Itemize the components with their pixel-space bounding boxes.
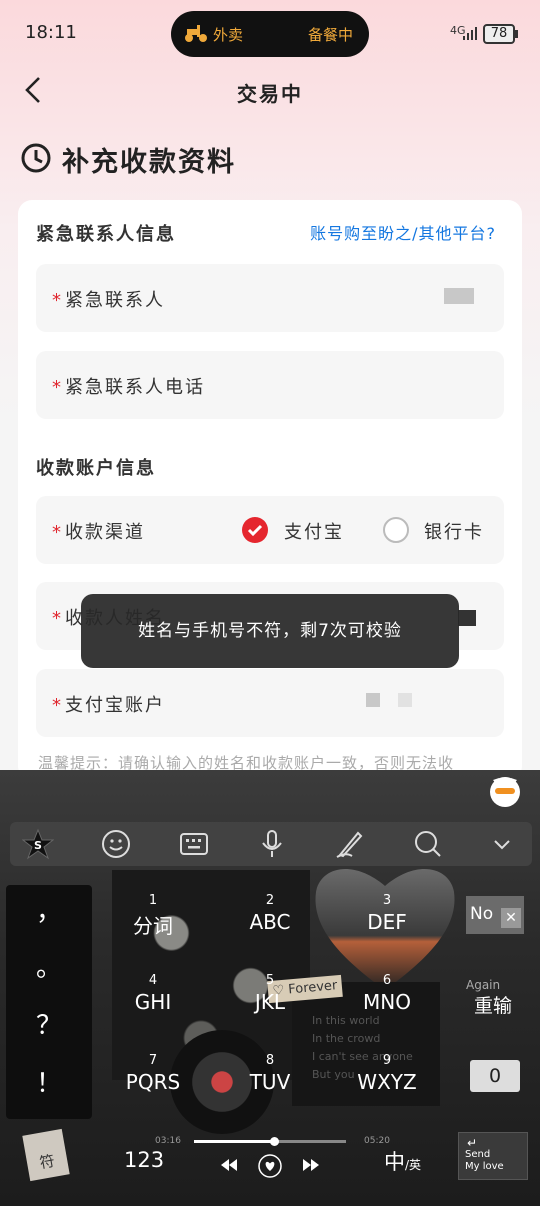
punct-exclaim-key[interactable]: ！ [6,1063,92,1100]
symbols-key[interactable]: 符 [22,1128,70,1182]
collapse-keyboard-icon[interactable] [486,828,518,860]
alipay-account-field[interactable]: * 支付宝账户 [36,669,504,737]
required-mark: * [52,522,63,543]
scooter-icon [185,25,207,42]
signal-icon [463,27,477,40]
alipay-account-label: 支付宝账户 [65,695,165,716]
send-label: Send [465,1149,491,1160]
check-icon [247,524,263,537]
key-5[interactable]: 5 JKL [235,973,305,1014]
key-4[interactable]: 4 GHI [118,973,188,1014]
input-method-keyboard: S ， 。 ？ ！ In this world In the crowd I c… [0,770,540,1206]
prev-track-icon[interactable] [220,1158,238,1172]
punct-period-key[interactable]: 。 [6,947,92,984]
close-icon: ✕ [501,908,521,928]
emergency-phone-field[interactable]: * 紧急联系人电话 [36,351,504,419]
masked-value [398,693,412,707]
order-status: 备餐中 [307,26,353,44]
help-link[interactable]: 账号购至盼之/其他平台? [310,220,496,244]
zero-key[interactable]: 0 [470,1060,520,1092]
clock-icon [21,143,51,173]
required-mark: * [52,290,63,311]
required-mark: * [52,608,63,629]
no-tag-label: No [470,904,494,924]
my-love-label: My love [465,1161,504,1172]
page-title: 交易中 [237,82,303,106]
numeric-key[interactable]: 123 [124,1148,164,1172]
masked-value [458,610,476,626]
mascot-icon[interactable] [488,774,522,808]
required-mark: * [52,377,63,398]
again-label: Again [466,978,501,992]
retype-key[interactable]: 重输 [474,991,512,1018]
search-icon[interactable] [412,828,444,860]
handwriting-icon[interactable] [334,828,366,860]
no-tag[interactable]: No ✕ [466,896,524,934]
en-label: /英 [405,1158,422,1172]
enter-icon: ↵ [467,1136,478,1150]
lyric-line: In this world [312,1014,380,1027]
delivery-label: 外卖 [213,26,244,44]
punct-comma-key[interactable]: ， [6,891,92,928]
bank-card-option-label[interactable]: 银行卡 [424,518,484,544]
heart-play-icon[interactable] [258,1154,282,1178]
key-1[interactable]: 1 分词 [118,893,188,939]
alipay-option-label[interactable]: 支付宝 [284,518,344,544]
bank-card-radio[interactable] [383,517,409,543]
status-bar: 18:11 外卖 备餐中 4G 78 [0,0,540,66]
account-group-title: 收款账户信息 [36,458,156,479]
emergency-phone-label: 紧急联系人电话 [65,377,205,398]
enter-key[interactable]: ↵ Send My love [458,1132,528,1180]
key-3[interactable]: 3 DEF [352,893,422,934]
key-9[interactable]: 9 WXYZ [352,1053,422,1094]
emergency-group-title: 紧急联系人信息 [36,224,176,245]
key-7[interactable]: 7 PQRS [118,1053,188,1094]
delivery-status-pill[interactable]: 外卖 备餐中 [171,11,369,57]
lyric-line: In the crowd [312,1032,381,1045]
masked-value [444,288,474,304]
sogou-logo-icon[interactable]: S [22,828,54,860]
next-track-icon[interactable] [302,1158,320,1172]
keyboard-toolbar: S [10,822,532,866]
language-toggle-key[interactable]: 中/英 [384,1146,421,1176]
key-6[interactable]: 6 MNO [352,973,422,1014]
svg-text:S: S [34,839,42,852]
cn-label: 中 [384,1150,405,1174]
battery-indicator: 78 [483,24,518,44]
punctuation-column: ， 。 ？ ！ [6,885,92,1119]
track-start-time: 03:16 [155,1136,181,1146]
section-title: 补充收款资料 [62,147,236,178]
key-2[interactable]: 2 ABC [235,893,305,934]
emoji-icon[interactable] [100,828,132,860]
validation-toast: 姓名与手机号不符，剩7次可校验 [81,594,459,668]
microphone-icon[interactable] [256,828,288,860]
payment-channel-label: 收款渠道 [65,522,145,543]
payment-channel-field: * 收款渠道 支付宝 银行卡 [36,496,504,564]
status-time: 18:11 [25,22,77,43]
emergency-contact-field[interactable]: * 紧急联系人 [36,264,504,332]
masked-value [366,693,380,707]
punct-question-key[interactable]: ？ [6,1005,92,1042]
track-end-time: 05:20 [364,1136,390,1146]
music-progress-slider[interactable] [194,1137,346,1146]
required-mark: * [52,695,63,716]
alipay-radio[interactable] [242,517,268,543]
emergency-contact-label: 紧急联系人 [65,290,165,311]
keyboard-layout-icon[interactable] [178,828,210,860]
key-8[interactable]: 8 TUV [235,1053,305,1094]
